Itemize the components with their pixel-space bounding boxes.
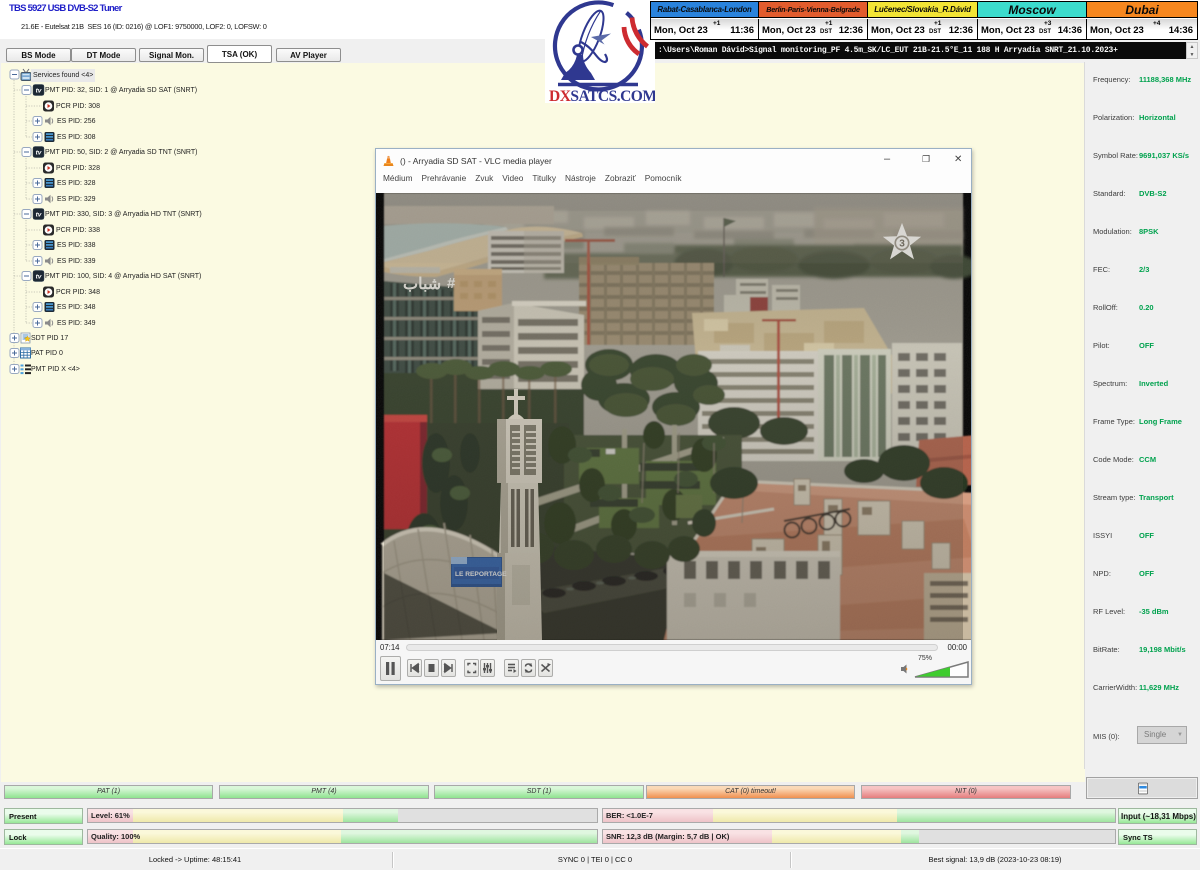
svg-text:DXSATCS.COM: DXSATCS.COM xyxy=(549,88,655,103)
